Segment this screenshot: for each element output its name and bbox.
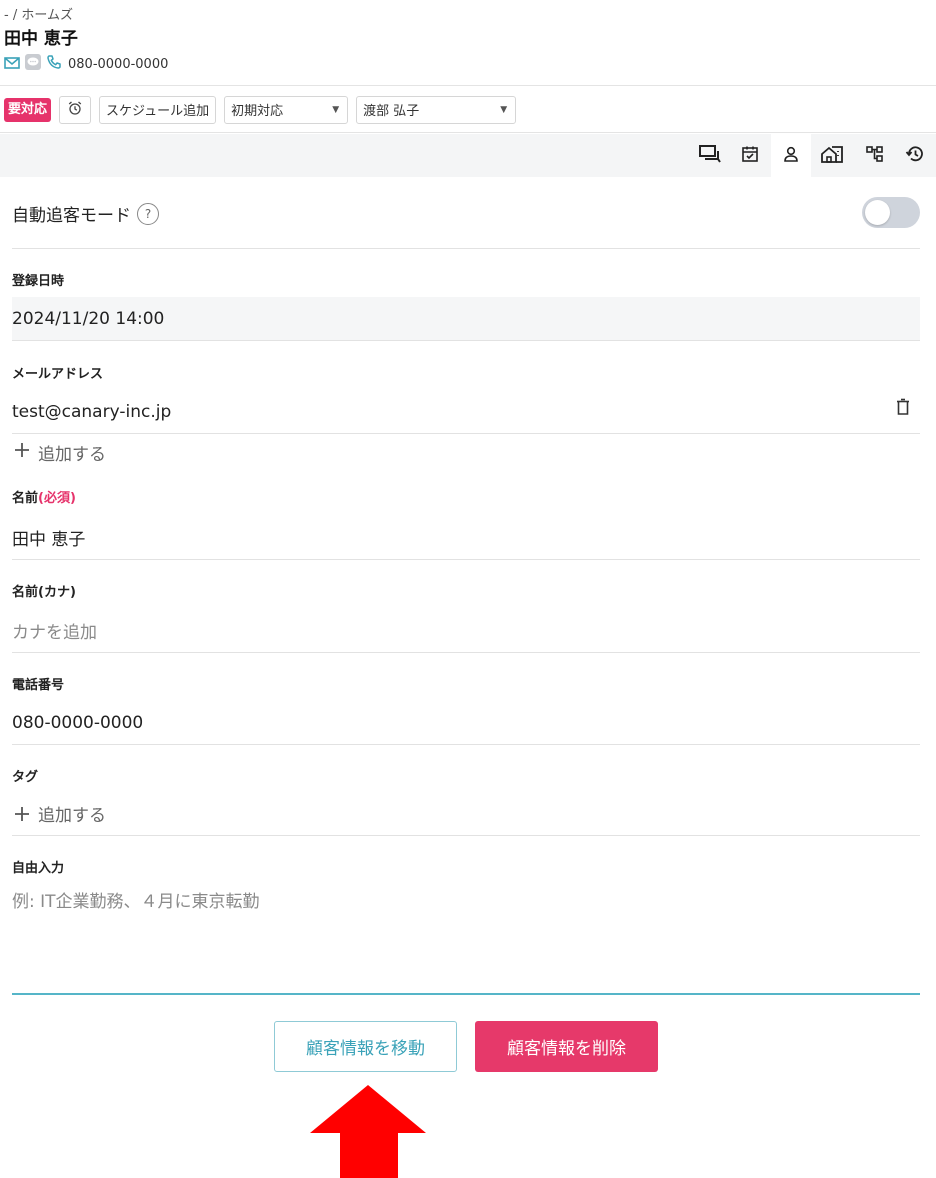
tab-customer-info[interactable] <box>771 134 811 177</box>
auto-followup-label-group: 自動追客モード ? <box>12 201 159 226</box>
calendar-check-icon <box>741 145 759 167</box>
plus-icon <box>14 806 30 822</box>
add-tag-label: 追加する <box>38 806 106 826</box>
status-select-value: 初期対応 <box>231 104 284 119</box>
chat-icon[interactable] <box>24 53 42 75</box>
memo-textarea[interactable]: 例: IT企業勤務、４月に東京転勤 <box>12 877 920 995</box>
kana-field[interactable]: カナを追加 <box>12 609 920 653</box>
auto-followup-row: 自動追客モード ? <box>12 177 920 249</box>
toggle-knob <box>865 200 890 225</box>
person-icon <box>782 145 800 167</box>
annotation-arrow-icon <box>310 1085 426 1178</box>
memo-placeholder: 例: IT企業勤務、４月に東京転勤 <box>12 892 260 912</box>
phone-field[interactable]: 080-0000-0000 <box>12 701 920 745</box>
add-email-button[interactable]: 追加する <box>14 440 106 465</box>
chevron-down-icon: ▼ <box>332 104 340 115</box>
email-label: メールアドレス <box>12 367 104 382</box>
mail-icon[interactable] <box>4 55 20 74</box>
move-customer-button[interactable]: 顧客情報を移動 <box>274 1021 457 1072</box>
email-field[interactable]: test@canary-inc.jp <box>12 390 920 434</box>
trash-icon[interactable] <box>896 398 910 421</box>
help-icon[interactable]: ? <box>137 202 159 225</box>
add-tag-button[interactable]: 追加する <box>12 792 920 836</box>
history-icon <box>905 144 925 168</box>
add-schedule-button[interactable]: スケジュール追加 <box>99 95 217 124</box>
status-badge[interactable]: 要対応 <box>4 97 52 122</box>
tab-schedule[interactable] <box>730 134 770 177</box>
tab-messages[interactable] <box>690 134 730 177</box>
contact-row: 080-0000-0000 <box>4 53 168 75</box>
plus-icon <box>14 442 30 463</box>
name-field[interactable]: 田中 恵子 <box>12 516 920 560</box>
staff-select[interactable]: 渡部 弘子 ▼ <box>356 95 517 124</box>
chevron-down-icon: ▼ <box>500 104 508 115</box>
name-label-text: 名前 <box>12 491 39 506</box>
registered-at-value: 2024/11/20 14:00 <box>12 297 920 341</box>
tag-label: タグ <box>12 770 39 785</box>
memo-label: 自由入力 <box>12 861 65 876</box>
panel-tabbar <box>0 134 936 177</box>
phone-icon[interactable] <box>46 54 62 74</box>
tab-properties[interactable] <box>812 134 852 177</box>
building-icon <box>821 144 843 168</box>
customer-header: - / ホームズ 田中 恵子 080-0000-0000 <box>0 0 936 86</box>
customer-name: 田中 恵子 <box>4 29 78 49</box>
auto-followup-toggle[interactable] <box>862 197 920 228</box>
registered-at-label: 登録日時 <box>12 274 65 289</box>
action-toolbar: 要対応 スケジュール追加 初期対応 ▼ 渡部 弘子 ▼ <box>0 87 936 133</box>
tab-history[interactable] <box>895 134 935 177</box>
add-email-label: 追加する <box>38 445 106 465</box>
reminder-button[interactable] <box>59 95 92 124</box>
status-select[interactable]: 初期対応 ▼ <box>224 95 349 124</box>
name-label: 名前(必須) <box>12 487 76 506</box>
hierarchy-icon <box>865 145 885 167</box>
chat-bubbles-icon <box>699 144 721 168</box>
auto-followup-label: 自動追客モード <box>12 206 131 226</box>
breadcrumb[interactable]: - / ホームズ <box>4 4 73 23</box>
phone-label: 電話番号 <box>12 678 65 693</box>
kana-label: 名前(カナ) <box>12 585 76 600</box>
email-value: test@canary-inc.jp <box>12 401 172 422</box>
tab-flow[interactable] <box>855 134 895 177</box>
header-phone[interactable]: 080-0000-0000 <box>68 57 168 72</box>
alarm-clock-icon <box>67 100 83 120</box>
required-mark: (必須) <box>38 491 76 506</box>
delete-customer-button[interactable]: 顧客情報を削除 <box>475 1021 658 1072</box>
staff-select-value: 渡部 弘子 <box>363 104 420 119</box>
